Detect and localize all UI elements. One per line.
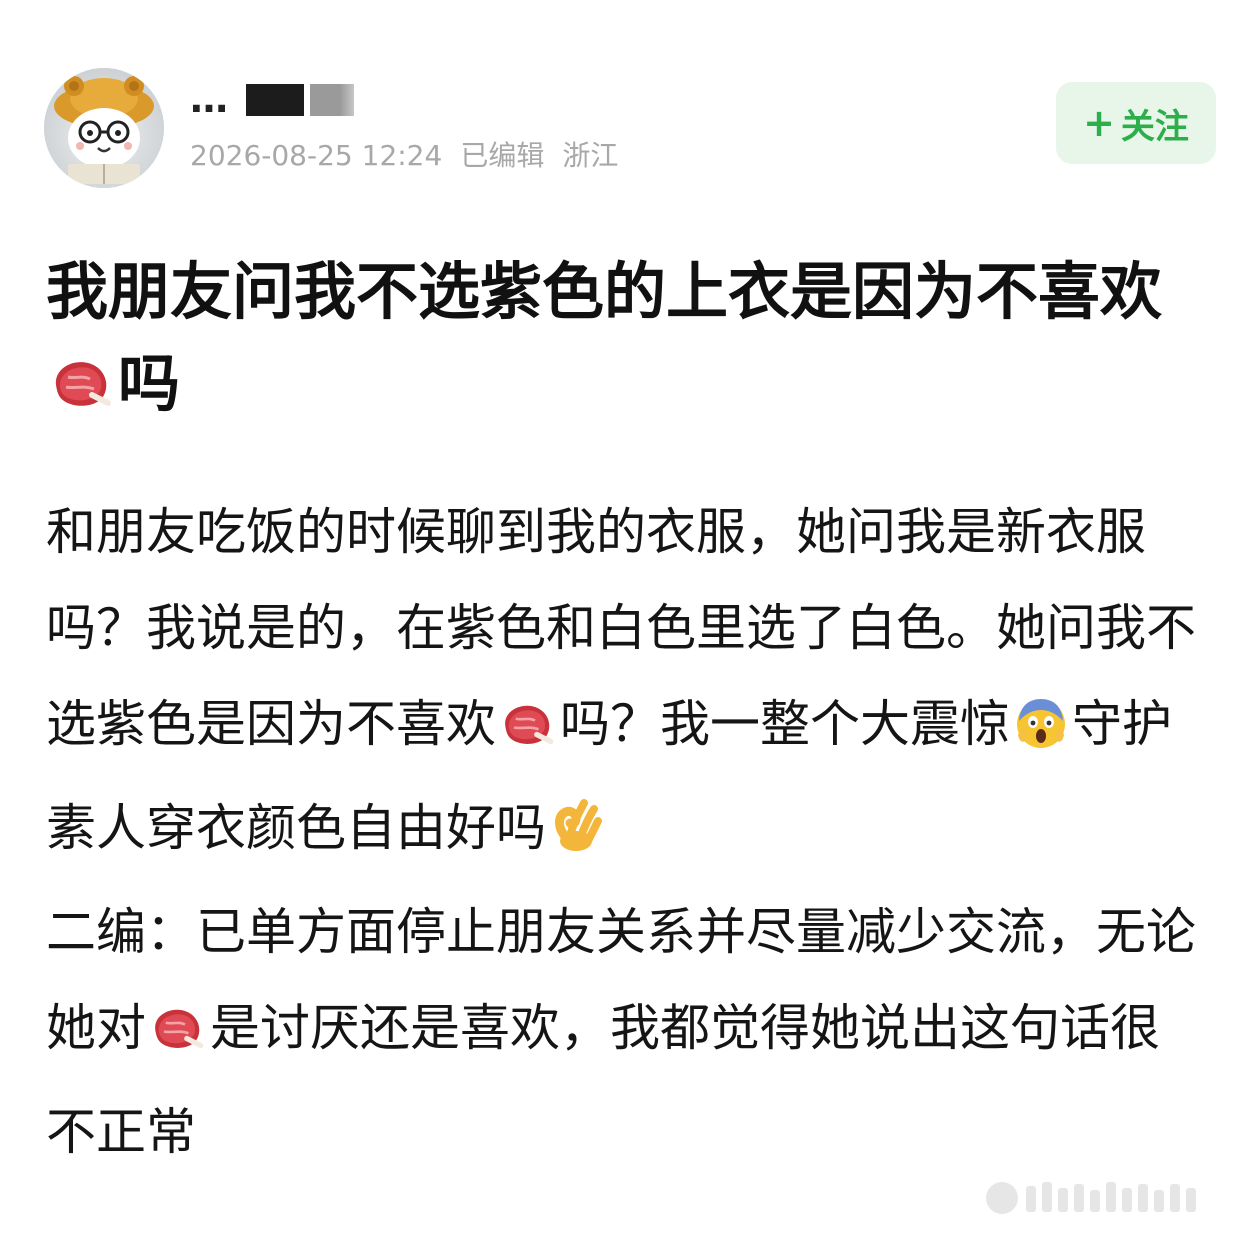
post-meta: 2026-08-25 12:24 已编辑 浙江 (190, 136, 636, 176)
post-title: 我朋友问我不选紫色的上衣是因为不喜欢吗 (46, 246, 1196, 436)
redaction-fade (340, 82, 370, 118)
ok-hand-icon (550, 788, 602, 884)
avatar[interactable] (44, 68, 164, 188)
title-text: 我朋友问我不选紫色的上衣是因为不喜欢 (46, 255, 1163, 328)
body-text: 吗？我一整个大震惊 (560, 695, 1010, 753)
meat-steak-icon (500, 684, 556, 780)
watermark-logo (980, 1172, 1216, 1224)
post-location: 浙江 (562, 139, 619, 172)
meat-steak-icon (150, 988, 206, 1084)
username-redacted[interactable]: … (190, 76, 370, 122)
username-text: … (190, 77, 229, 121)
follow-label: 关注 (1120, 106, 1189, 147)
follow-button[interactable]: + 关注 (1056, 82, 1216, 164)
face-screaming-icon (1014, 684, 1068, 780)
post-body: 和朋友吃饭的时候聊到我的衣服，她问我是新衣服吗？我说是的，在紫色和白色里选了白色… (46, 484, 1196, 1180)
title-text: 吗 (118, 347, 181, 420)
edited-label: 已编辑 (460, 139, 545, 172)
avatar-bear-image (44, 68, 164, 188)
plus-icon: + (1083, 101, 1115, 145)
post-header: … 2026-08-25 12:24 已编辑 浙江 + 关注 (44, 68, 1216, 188)
meat-steak-icon (50, 344, 114, 436)
edit-note-text: 是讨厌还是喜欢，我都觉得她说出这句话很不正常 (46, 999, 1160, 1161)
post-timestamp: 2026-08-25 12:24 (190, 139, 443, 172)
redaction-block (246, 84, 304, 116)
